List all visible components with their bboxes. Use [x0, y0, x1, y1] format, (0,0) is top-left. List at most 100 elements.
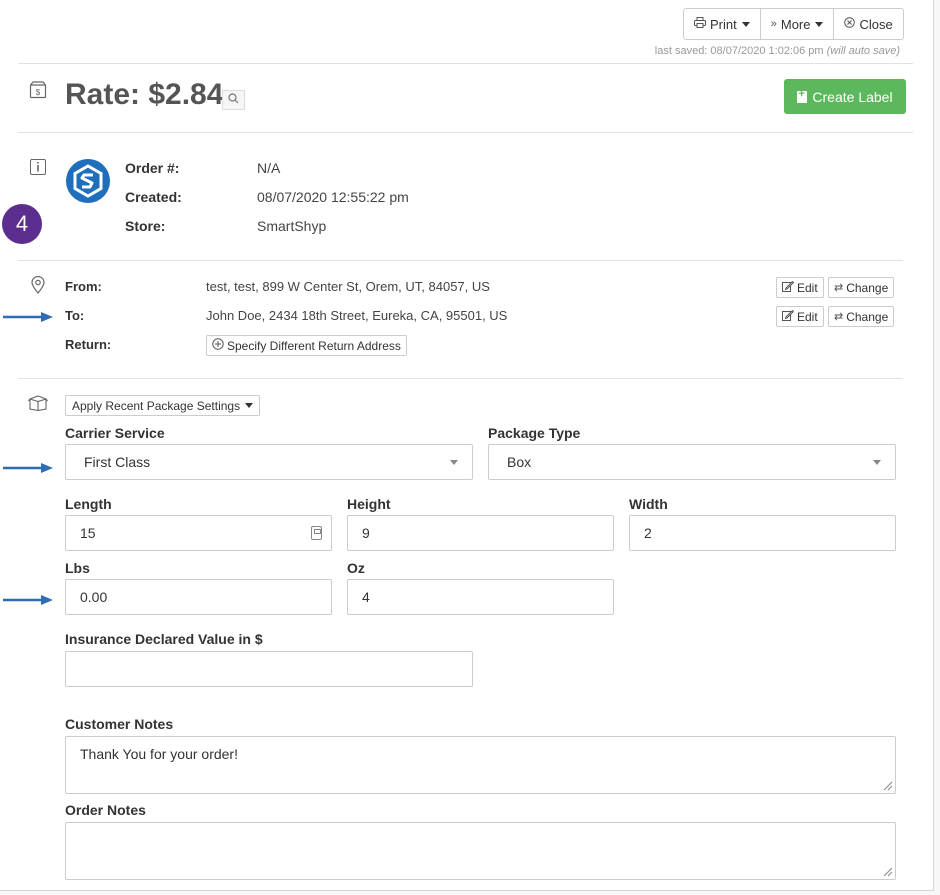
carrier-service-label: Carrier Service	[65, 425, 165, 441]
oz-input[interactable]: 4	[347, 579, 614, 615]
step-badge: 4	[2, 204, 42, 244]
toolbar: Print » More Close	[683, 8, 904, 40]
autosave-status: last saved: 08/07/2020 1:02:06 pm (will …	[560, 45, 900, 57]
oz-value: 4	[362, 589, 370, 605]
order-number-value: N/A	[257, 160, 281, 176]
chevron-down-icon	[741, 21, 750, 27]
printer-icon	[694, 17, 706, 31]
edit-icon	[782, 309, 795, 324]
height-input[interactable]: 9	[347, 515, 614, 551]
print-button[interactable]: Print	[684, 9, 761, 39]
info-icon	[30, 159, 46, 180]
order-notes-textarea[interactable]	[65, 822, 896, 880]
change-label: Change	[846, 309, 889, 324]
edit-label: Edit	[797, 280, 818, 295]
store-logo	[66, 159, 110, 203]
divider	[18, 260, 903, 261]
resize-handle-icon[interactable]	[881, 779, 893, 791]
store-label: Store:	[125, 218, 166, 234]
double-chevron-right-icon: »	[770, 18, 777, 30]
create-label-button[interactable]: Create Label	[784, 79, 906, 114]
more-button[interactable]: » More	[761, 9, 835, 39]
resize-handle-icon[interactable]	[881, 865, 893, 877]
plus-circle-icon	[212, 338, 224, 353]
chevron-down-icon	[245, 403, 254, 408]
created-label: Created:	[125, 189, 182, 205]
close-button[interactable]: Close	[834, 9, 902, 39]
last-saved-text: last saved: 08/07/2020 1:02:06 pm	[654, 45, 824, 57]
chevron-down-icon	[815, 21, 824, 27]
height-label: Height	[347, 496, 391, 512]
apply-recent-package-settings-dropdown[interactable]: Apply Recent Package Settings	[65, 395, 261, 416]
bottom-edge	[0, 890, 934, 895]
change-to-button[interactable]: ⇄ Change	[828, 306, 895, 327]
chevron-down-icon	[450, 460, 458, 465]
package-type-label: Package Type	[488, 425, 581, 441]
arrow-icon	[3, 595, 53, 605]
rate-search-button[interactable]	[222, 90, 245, 110]
divider	[18, 378, 903, 379]
from-address: test, test, 899 W Center St, Orem, UT, 8…	[206, 279, 490, 294]
close-label: Close	[859, 16, 893, 32]
map-pin-icon	[30, 275, 46, 299]
close-circle-icon	[844, 17, 856, 31]
divider	[18, 63, 913, 64]
divider	[18, 132, 913, 133]
swap-icon: ⇄	[834, 311, 844, 323]
height-value: 9	[362, 525, 370, 541]
oz-label: Oz	[347, 560, 365, 576]
recent-settings-label: Apply Recent Package Settings	[72, 398, 241, 413]
autosave-note: (will auto save)	[826, 45, 900, 57]
customer-notes-label: Customer Notes	[65, 716, 174, 732]
package-type-select[interactable]: Box	[488, 444, 896, 480]
package-type-value: Box	[507, 454, 532, 470]
chevron-down-icon	[873, 460, 881, 465]
lbs-input[interactable]: 0.00	[65, 579, 332, 615]
specify-return-label: Specify Different Return Address	[227, 338, 401, 353]
carrier-service-value: First Class	[84, 454, 151, 470]
to-address: John Doe, 2434 18th Street, Eureka, CA, …	[206, 308, 508, 323]
width-input[interactable]: 2	[629, 515, 896, 551]
width-value: 2	[644, 525, 652, 541]
order-number-label: Order #:	[125, 160, 180, 176]
length-value: 15	[80, 525, 96, 541]
file-plus-icon	[797, 88, 808, 103]
order-notes-label: Order Notes	[65, 802, 146, 818]
from-label: From:	[65, 279, 102, 294]
print-label: Print	[710, 16, 737, 32]
right-scroll-edge	[933, 0, 940, 895]
swap-icon: ⇄	[834, 282, 844, 294]
edit-from-button[interactable]: Edit	[776, 277, 824, 298]
rate-amount: Rate: $2.84	[65, 78, 224, 111]
store-value: SmartShyp	[257, 218, 327, 234]
change-from-button[interactable]: ⇄ Change	[828, 277, 895, 298]
change-label: Change	[846, 280, 889, 295]
customer-notes-textarea[interactable]: Thank You for your order!	[65, 736, 896, 794]
more-label: More	[780, 16, 811, 32]
arrow-icon	[3, 463, 53, 473]
price-box-icon: $	[29, 81, 47, 104]
edit-icon	[782, 280, 795, 295]
edit-label: Edit	[797, 309, 818, 324]
label-editor-page: Print » More Close last saved: 08/07/202…	[0, 0, 940, 895]
carrier-service-select[interactable]: First Class	[65, 444, 473, 480]
edit-to-button[interactable]: Edit	[776, 306, 824, 327]
lbs-value: 0.00	[80, 589, 108, 605]
width-label: Width	[629, 496, 668, 512]
lbs-label: Lbs	[65, 560, 90, 576]
arrow-icon	[3, 312, 53, 322]
created-value: 08/07/2020 12:55:22 pm	[257, 189, 409, 205]
specify-return-address-button[interactable]: Specify Different Return Address	[206, 335, 407, 356]
calculator-icon[interactable]	[311, 526, 322, 540]
package-icon	[28, 395, 48, 416]
length-label: Length	[65, 496, 112, 512]
search-icon	[228, 91, 239, 109]
create-label-text: Create Label	[812, 88, 893, 105]
svg-text:$: $	[36, 88, 41, 97]
insurance-label: Insurance Declared Value in $	[65, 631, 263, 647]
insurance-input[interactable]	[65, 651, 473, 687]
customer-notes-value: Thank You for your order!	[80, 746, 238, 762]
to-label: To:	[65, 308, 85, 323]
return-label: Return:	[65, 337, 112, 352]
length-input[interactable]: 15	[65, 515, 332, 551]
